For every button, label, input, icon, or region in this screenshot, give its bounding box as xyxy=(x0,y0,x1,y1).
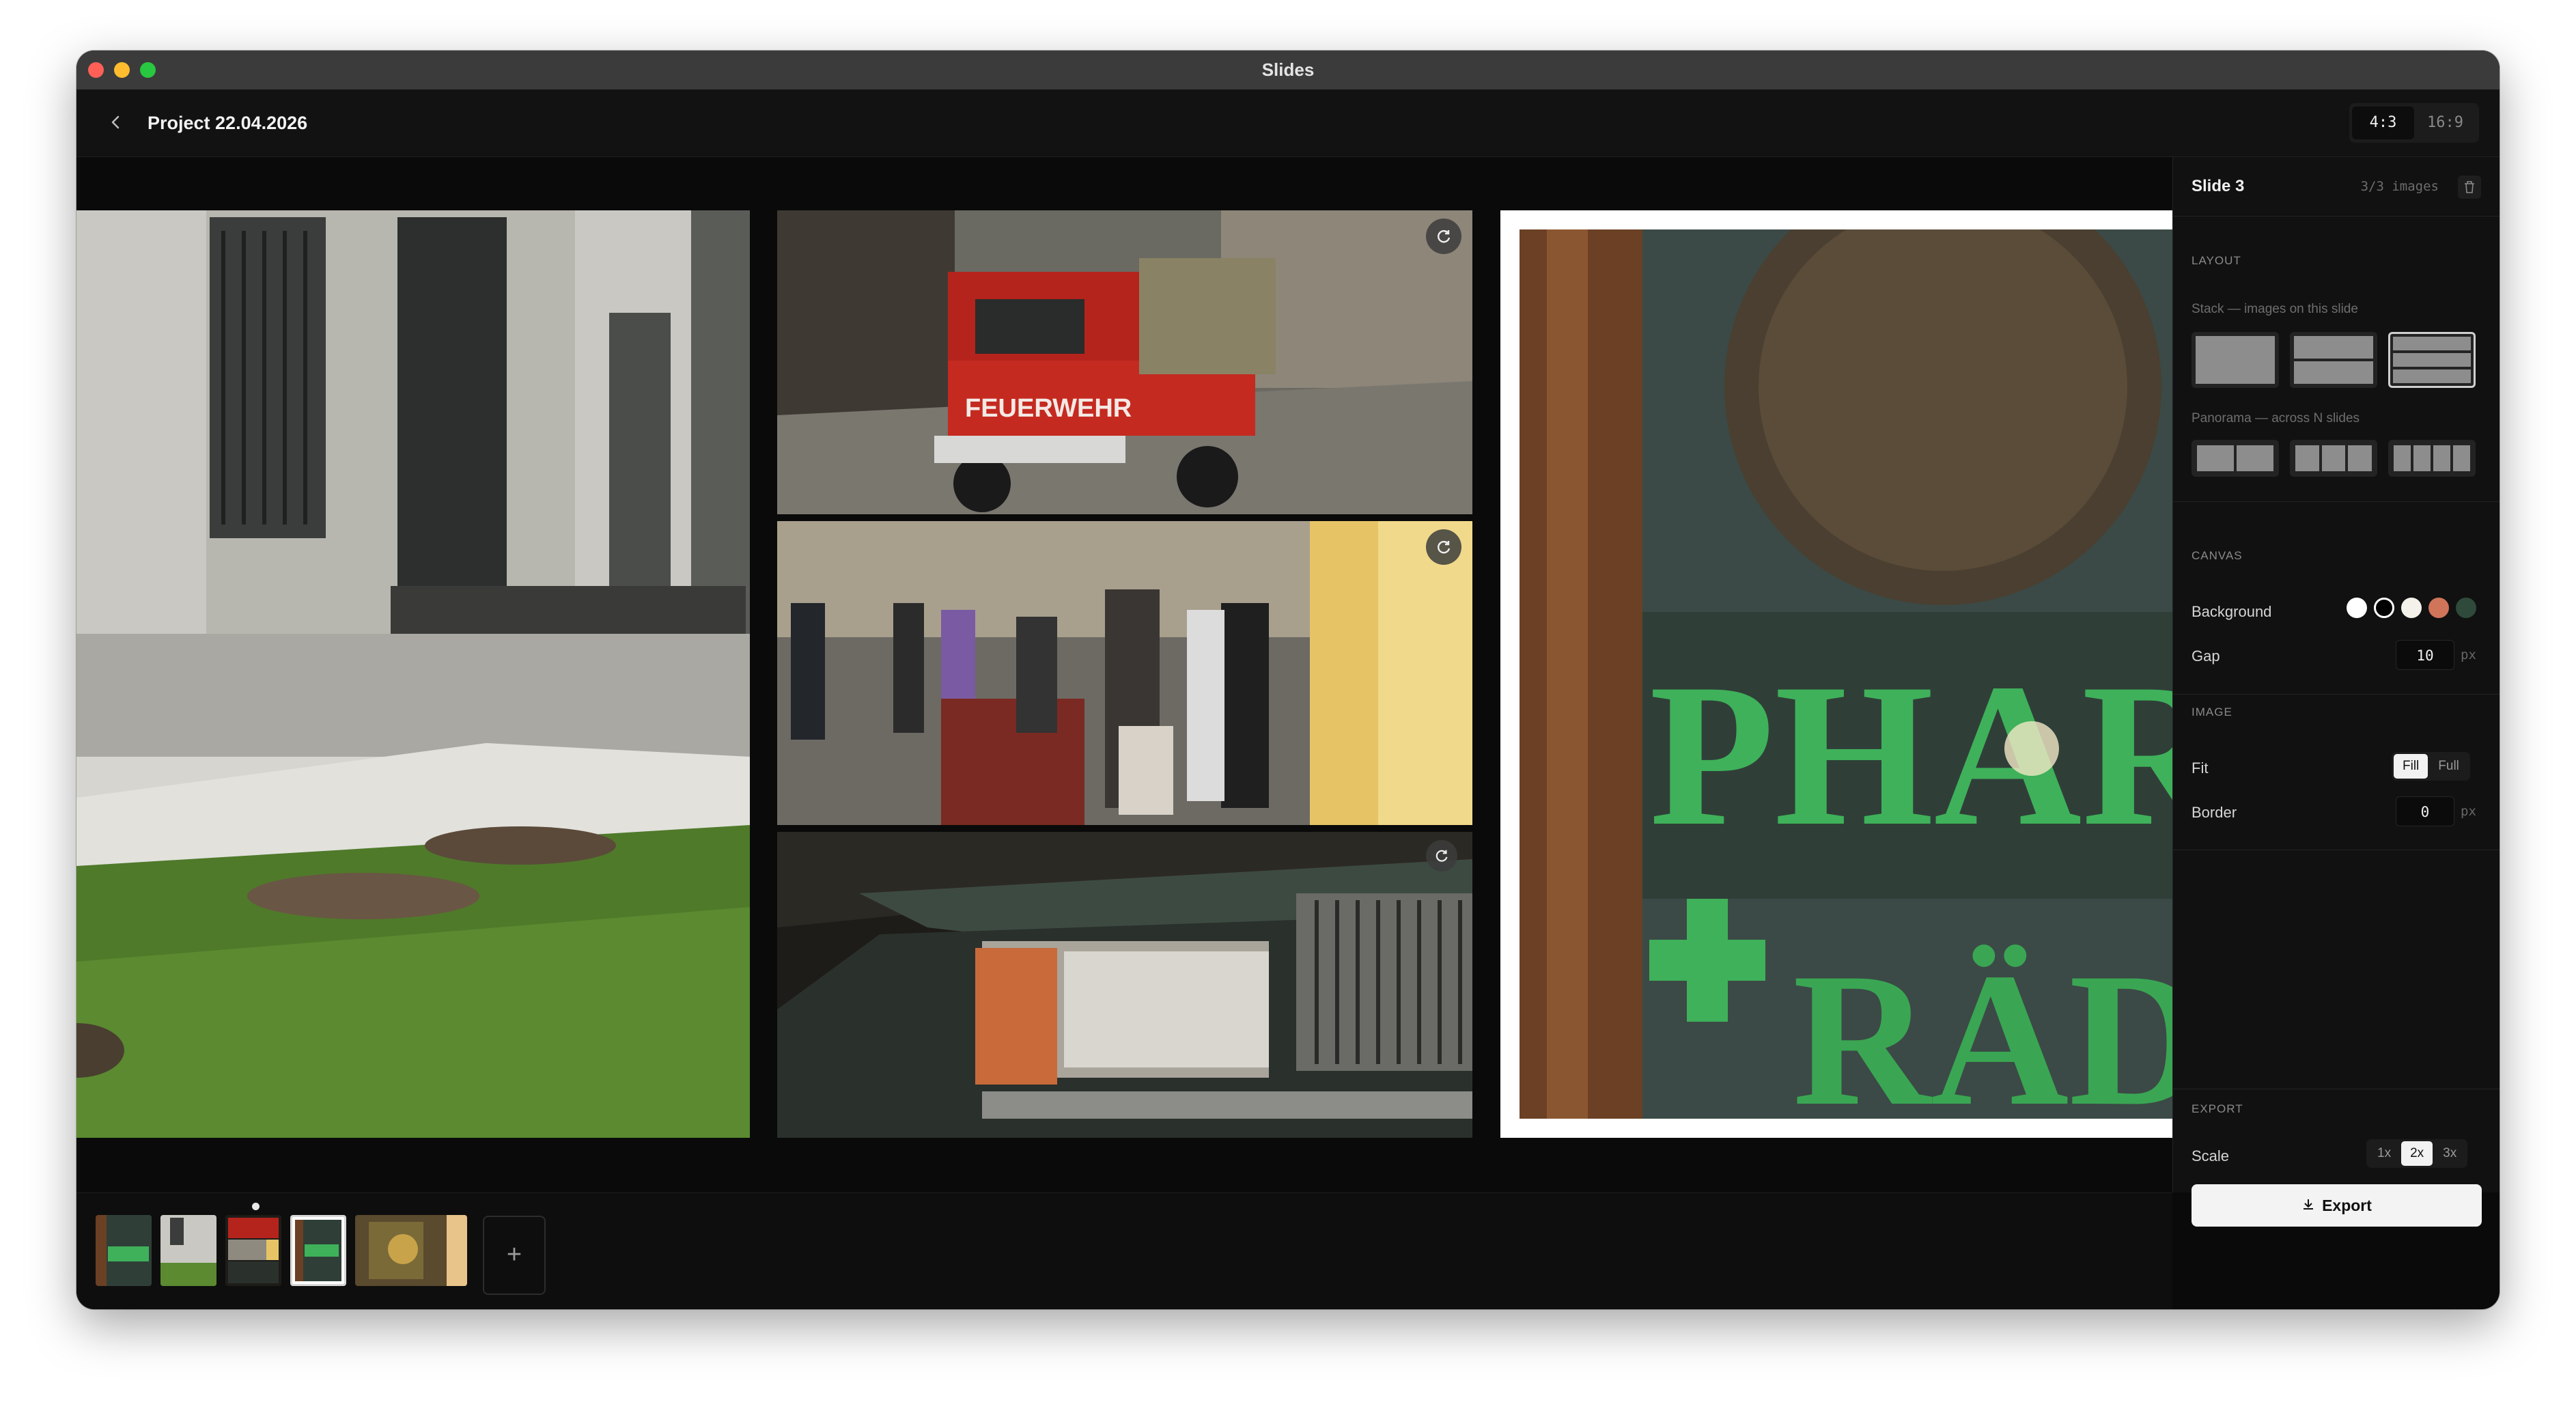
layout-panorama-2[interactable] xyxy=(2192,440,2279,477)
border-label: Border xyxy=(2192,804,2237,821)
swatch-terracotta[interactable] xyxy=(2428,598,2449,618)
image-car-headlight[interactable] xyxy=(777,832,1472,1138)
image-crowd-street[interactable] xyxy=(777,521,1472,825)
scale-toggle: 1x 2x 3x xyxy=(2366,1139,2468,1168)
fit-toggle: Fill Full xyxy=(2392,752,2470,781)
scale-2x-button[interactable]: 2x xyxy=(2401,1141,2433,1166)
title-bar: Slides xyxy=(76,51,2500,89)
header-bar: Project 22.04.2026 4:3 16:9 xyxy=(76,89,2500,157)
image-heading: IMAGE xyxy=(2192,706,2232,718)
swatch-black-selected[interactable] xyxy=(2374,598,2394,618)
ratio-16-9-button[interactable]: 16:9 xyxy=(2414,107,2476,139)
divider xyxy=(2173,501,2500,502)
trash-icon[interactable] xyxy=(2458,176,2481,199)
swatch-cream[interactable] xyxy=(2401,598,2422,618)
layout-stack-1[interactable] xyxy=(2192,332,2279,388)
refresh-icon[interactable] xyxy=(1426,219,1461,254)
thumbnail-slide-1[interactable] xyxy=(96,1215,152,1286)
swatch-white[interactable] xyxy=(2347,598,2367,618)
slide-title: Slide 3 xyxy=(2192,177,2245,195)
stack-label: Stack — images on this slide xyxy=(2192,302,2358,316)
fit-full-button[interactable]: Full xyxy=(2429,754,2468,779)
refresh-icon[interactable] xyxy=(1426,529,1461,565)
gap-label: Gap xyxy=(2192,647,2220,665)
image-building-lawn[interactable] xyxy=(76,210,750,1138)
background-label: Background xyxy=(2192,603,2272,620)
app-window: Slides Project 22.04.2026 4:3 16:9 FEUER… xyxy=(76,51,2500,1309)
scale-3x-button[interactable]: 3x xyxy=(2434,1141,2465,1166)
image-count: 3/3 images xyxy=(2360,179,2439,194)
gap-input[interactable]: 10 xyxy=(2396,640,2454,670)
slide-filmstrip: + xyxy=(76,1192,2172,1309)
image-pharmacy-sign[interactable]: PHARM RÄD xyxy=(1500,210,2172,1138)
project-title: Project 22.04.2026 xyxy=(148,113,308,133)
divider xyxy=(2173,694,2500,695)
current-slide-indicator xyxy=(252,1203,260,1210)
fit-label: Fit xyxy=(2192,759,2209,777)
export-button[interactable]: Export xyxy=(2192,1184,2482,1227)
aspect-ratio-toggle: 4:3 16:9 xyxy=(2349,103,2479,143)
layout-panorama-4[interactable] xyxy=(2388,440,2476,477)
window-title: Slides xyxy=(1261,59,1315,80)
thumbnail-slide-2[interactable] xyxy=(160,1215,216,1286)
scale-1x-button[interactable]: 1x xyxy=(2368,1141,2400,1166)
export-heading: EXPORT xyxy=(2192,1102,2243,1115)
settings-panel: Slide 3 3/3 images LAYOUT Stack — images… xyxy=(2172,157,2500,1227)
thumbnail-slide-4[interactable] xyxy=(290,1215,346,1286)
slide-canvas: FEUERWEHR PHAR RÄD xyxy=(76,157,2172,1192)
download-icon xyxy=(2301,1197,2315,1215)
scale-label: Scale xyxy=(2192,1147,2230,1164)
layout-stack-3[interactable] xyxy=(2388,332,2476,388)
layout-heading: LAYOUT xyxy=(2192,254,2241,267)
thumbnail-slide-5[interactable] xyxy=(355,1215,467,1286)
svg-text:RÄD: RÄD xyxy=(1793,933,2172,1119)
ratio-4-3-button[interactable]: 4:3 xyxy=(2352,107,2414,139)
canvas-heading: CANVAS xyxy=(2192,549,2243,562)
layout-panorama-3[interactable] xyxy=(2290,440,2377,477)
gap-unit: px xyxy=(2461,647,2476,662)
thumbnail-slide-3[interactable] xyxy=(225,1215,281,1286)
layout-stack-2[interactable] xyxy=(2290,332,2377,388)
add-slide-button[interactable]: + xyxy=(483,1216,546,1295)
chevron-left-icon[interactable] xyxy=(104,110,128,135)
fit-fill-button[interactable]: Fill xyxy=(2394,754,2428,779)
refresh-icon[interactable] xyxy=(1426,840,1457,871)
export-button-label: Export xyxy=(2322,1196,2372,1214)
panorama-label: Panorama — across N slides xyxy=(2192,411,2360,425)
swatch-green[interactable] xyxy=(2456,598,2476,618)
svg-text:PHARM: PHARM xyxy=(1649,641,2172,868)
border-input[interactable]: 0 xyxy=(2396,796,2454,826)
border-unit: px xyxy=(2461,804,2476,819)
image-fire-truck[interactable]: FEUERWEHR xyxy=(777,210,1472,514)
svg-text:FEUERWEHR: FEUERWEHR xyxy=(965,394,1132,423)
